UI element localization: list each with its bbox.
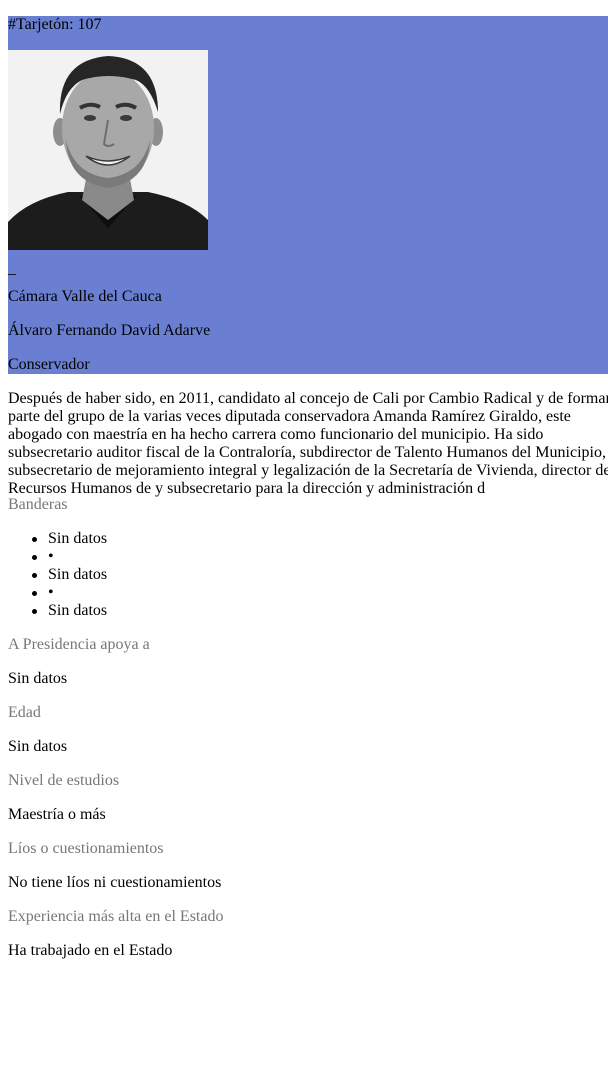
experience-value: Ha trabajado en el Estado bbox=[8, 942, 173, 959]
candidate-name: Álvaro Fernando David Adarve bbox=[8, 322, 211, 339]
flags-list: Sin datos • Sin datos • Sin datos bbox=[8, 530, 107, 620]
list-item: • bbox=[31, 584, 107, 602]
list-item: Sin datos bbox=[31, 566, 108, 583]
list-item: Sin datos bbox=[31, 530, 108, 547]
issues-value: No tiene líos ni cuestionamientos bbox=[8, 874, 222, 891]
ballot-number: #Tarjetón: 107 bbox=[8, 16, 102, 33]
president-support-label: A Presidencia apoya a bbox=[8, 636, 150, 653]
party-name: Conservador bbox=[8, 356, 90, 373]
experience-label: Experiencia más alta en el Estado bbox=[8, 908, 224, 925]
education-value: Maestría o más bbox=[8, 806, 106, 823]
dash-separator: _ bbox=[8, 260, 16, 277]
education-label: Nivel de estudios bbox=[8, 772, 120, 789]
issues-label: Líos o cuestionamientos bbox=[8, 840, 164, 857]
candidate-card: #Tarjetón: 107 _ Cámara Valle del Cauca … bbox=[8, 16, 608, 374]
candidate-bio: Después de haber sido, en 2011, candidat… bbox=[8, 390, 608, 497]
portrait-image bbox=[8, 50, 208, 250]
age-value: Sin datos bbox=[8, 738, 68, 755]
president-support-value: Sin datos bbox=[8, 670, 68, 687]
flags-label: Banderas bbox=[8, 496, 68, 513]
list-item: • bbox=[31, 548, 107, 566]
chamber-label: Cámara Valle del Cauca bbox=[8, 288, 162, 305]
age-label: Edad bbox=[8, 704, 41, 721]
list-item: Sin datos bbox=[31, 602, 108, 619]
candidate-photo bbox=[8, 50, 208, 250]
